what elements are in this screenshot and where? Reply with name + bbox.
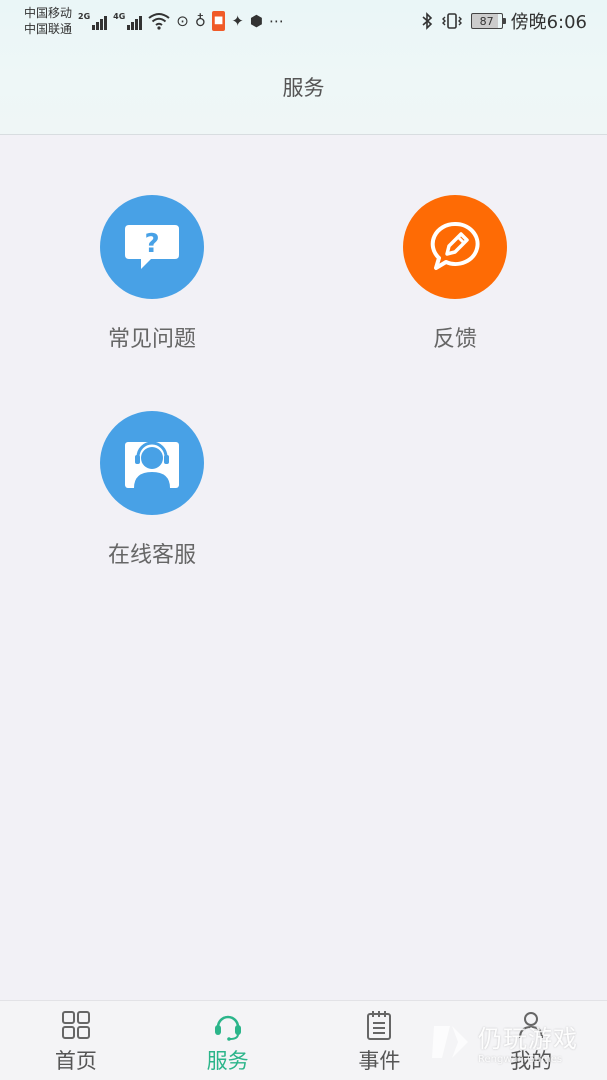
watermark-text: 仍玩游戏 Rengwan Games	[478, 1019, 578, 1065]
feedback-service[interactable]: 反馈	[375, 195, 535, 353]
vibrate-icon	[441, 13, 462, 29]
watermark-en: Rengwan Games	[478, 1054, 563, 1065]
notification-icon: ⊙	[176, 12, 189, 30]
tab-service[interactable]: 服务	[152, 1001, 304, 1080]
status-left: 中国移动 中国联通 2G 4G ⊙ ♁ ■ ✦ ⬢ ⋯	[24, 5, 284, 37]
network-type-1: 2G	[78, 12, 91, 21]
status-right: 87 傍晚6:06	[421, 8, 587, 34]
battery-icon: 87	[470, 13, 506, 29]
tab-events-label: 事件	[358, 1049, 401, 1073]
svg-text:?: ?	[144, 229, 159, 259]
tab-home[interactable]: 首页	[0, 1001, 152, 1080]
header: 中国移动 中国联通 2G 4G ⊙ ♁ ■ ✦ ⬢ ⋯ 87 傍晚6:06 服务	[0, 0, 607, 135]
watermark-logo-icon	[432, 1026, 468, 1058]
signal-icon: 2G	[78, 12, 108, 30]
tab-service-label: 服务	[206, 1049, 249, 1073]
status-bar: 中国移动 中国联通 2G 4G ⊙ ♁ ■ ✦ ⬢ ⋯ 87 傍晚6:06	[0, 0, 607, 42]
notification-icon: ✦	[231, 12, 244, 30]
faq-service[interactable]: ? 常见问题	[72, 195, 232, 353]
feedback-label: 反馈	[432, 327, 477, 352]
more-notifications-icon: ⋯	[269, 12, 285, 30]
headset-agent-icon[interactable]	[100, 411, 204, 515]
pencil-bubble-icon[interactable]	[403, 195, 507, 299]
network-type-2: 4G	[113, 12, 126, 21]
notification-icon: ⬢	[249, 12, 264, 30]
watermark: 仍玩游戏 Rengwan Games	[428, 1012, 598, 1072]
faq-label: 常见问题	[107, 327, 196, 352]
question-bubble-icon[interactable]: ?	[100, 195, 204, 299]
bluetooth-icon	[422, 12, 432, 30]
notepad-icon	[367, 1011, 392, 1040]
customer-service-label: 在线客服	[107, 543, 196, 568]
signal-icon: 4G	[113, 12, 143, 30]
headset-icon	[214, 1015, 241, 1041]
customer-service[interactable]: 在线客服	[72, 411, 232, 569]
clock: 傍晚6:06	[510, 12, 587, 33]
carrier-1: 中国移动	[24, 6, 73, 20]
carrier-2: 中国联通	[24, 22, 73, 36]
tab-home-label: 首页	[54, 1049, 97, 1073]
watermark-cn: 仍玩游戏	[478, 1025, 578, 1053]
app-notification-icon: ■	[211, 11, 226, 31]
notification-icon: ♁	[194, 12, 206, 30]
wifi-icon	[148, 13, 170, 30]
page-title: 服务	[282, 76, 325, 100]
grid-icon	[61, 1011, 90, 1039]
carrier-names: 中国移动 中国联通	[24, 5, 72, 37]
